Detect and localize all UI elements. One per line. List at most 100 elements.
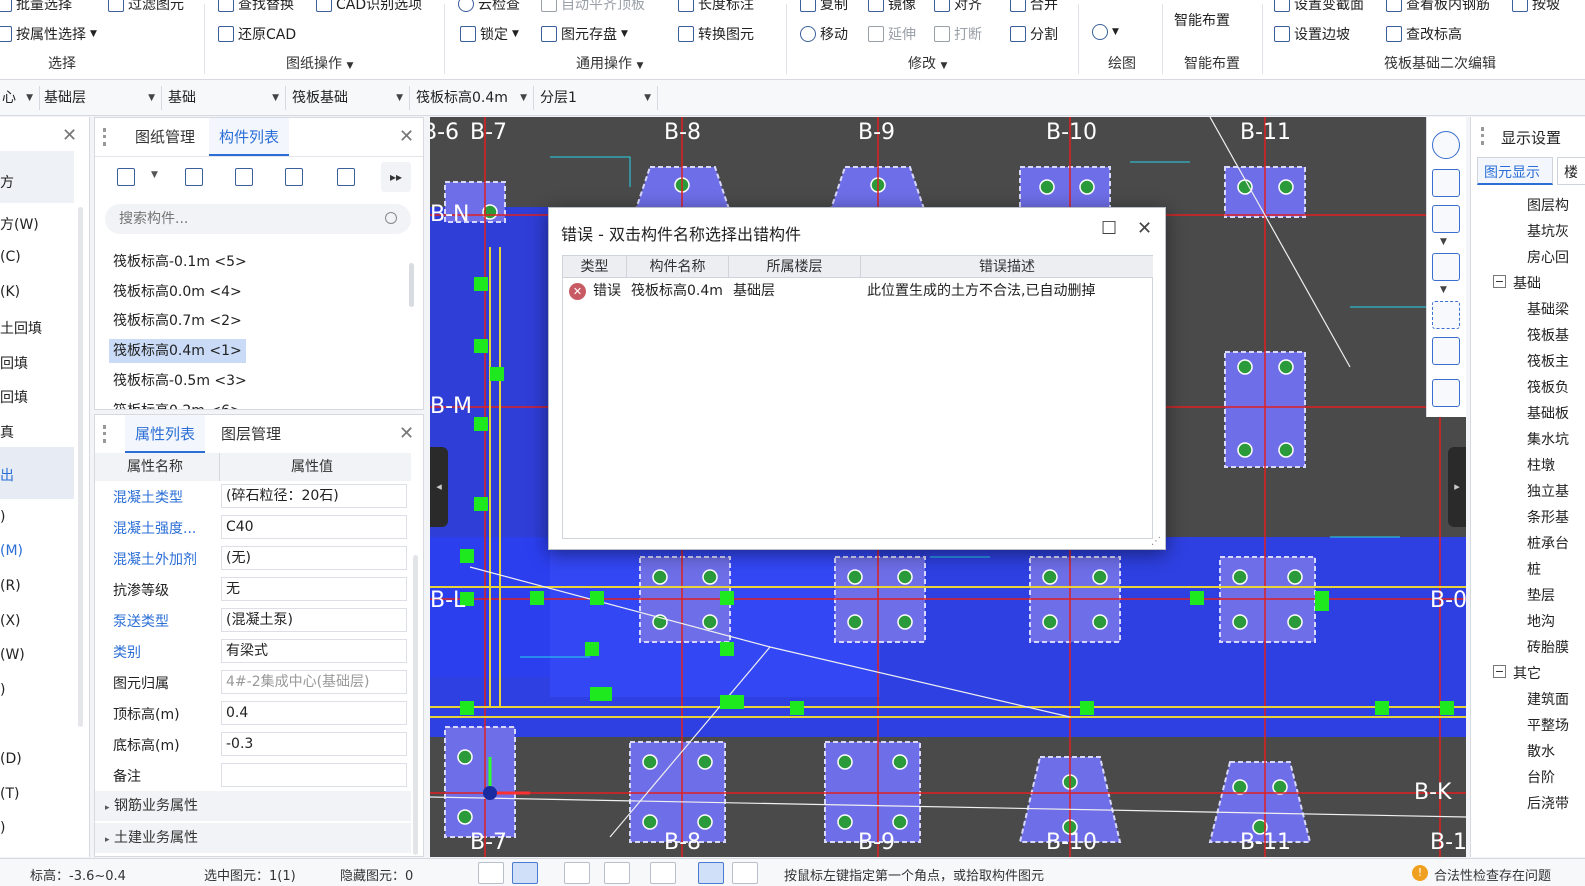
property-value[interactable]: 有梁式 bbox=[221, 639, 407, 663]
set-edge-slope-button[interactable]: 设置边坡 bbox=[1274, 24, 1350, 44]
category-select[interactable]: 基础 ▼ bbox=[166, 86, 286, 110]
delete-component-button[interactable] bbox=[229, 162, 259, 192]
component-search-input[interactable] bbox=[105, 204, 411, 234]
property-value[interactable]: (碎石粒径：20石) bbox=[221, 484, 407, 508]
angle-tool-icon[interactable] bbox=[604, 862, 630, 884]
set-slope-section-button[interactable]: 设置变截面 bbox=[1274, 0, 1364, 14]
collapse-group-icon[interactable]: − bbox=[1493, 275, 1506, 288]
nav-item[interactable]: ) bbox=[0, 820, 5, 836]
nav-item[interactable]: (R) bbox=[0, 578, 21, 594]
snap-tool-icon[interactable] bbox=[478, 862, 504, 884]
rect-select-tool-icon[interactable] bbox=[512, 862, 538, 884]
display-tree-item[interactable]: 柱墩 bbox=[1527, 455, 1555, 475]
collapse-right-handle[interactable]: ▸ bbox=[1448, 447, 1466, 527]
rotate-view-icon[interactable] bbox=[1432, 131, 1460, 159]
cube-view-icon[interactable] bbox=[1432, 205, 1460, 233]
view-rebar-button[interactable]: 查看板内钢筋 bbox=[1386, 0, 1490, 14]
plus-tool-icon[interactable] bbox=[650, 862, 676, 884]
curve-tool-icon[interactable] bbox=[732, 862, 758, 884]
press-slope-button[interactable]: 按坡 bbox=[1512, 0, 1560, 14]
nav-item[interactable]: ) bbox=[0, 509, 5, 525]
split-button[interactable]: 分割 bbox=[1010, 24, 1058, 44]
merge-button[interactable]: 合并 bbox=[1010, 0, 1058, 14]
status-warning[interactable]: 合法性检查存在问题 bbox=[1434, 865, 1551, 884]
component-item-selected[interactable]: 筏板标高0.4m <1> bbox=[109, 339, 246, 363]
view-dropdown-chevron-icon[interactable]: ▼ bbox=[1440, 237, 1447, 247]
close-icon[interactable]: ✕ bbox=[1137, 218, 1152, 239]
component-item[interactable]: 筏板标高0.0m <4> bbox=[109, 280, 246, 304]
tab-element-display[interactable]: 图元显示 bbox=[1477, 157, 1553, 185]
drag-handle-icon[interactable] bbox=[103, 425, 111, 443]
display-tree-item[interactable]: 独立基 bbox=[1527, 481, 1569, 501]
floor-select[interactable]: 基础层 ▼ bbox=[42, 86, 162, 110]
nav-item[interactable]: 回填 bbox=[0, 387, 28, 407]
ortho-tool-icon[interactable] bbox=[698, 862, 724, 884]
drag-handle-icon[interactable] bbox=[1481, 127, 1489, 145]
align-button[interactable]: 对齐 bbox=[934, 0, 982, 14]
zoom-extents-icon[interactable] bbox=[1432, 301, 1460, 329]
property-value[interactable] bbox=[221, 763, 407, 787]
auto-slab-top-button[interactable]: 自动平齐顶板 bbox=[541, 0, 645, 14]
filter-elements-button[interactable]: 过滤图元 bbox=[108, 0, 184, 14]
nav-item[interactable]: (K) bbox=[0, 284, 20, 300]
display-tree-item[interactable]: 集水坑 bbox=[1527, 429, 1569, 449]
property-value[interactable]: 无 bbox=[221, 577, 407, 601]
display-tree-item[interactable]: 条形基 bbox=[1527, 507, 1569, 527]
select-by-attr-button[interactable]: 按属性选择 ▼ bbox=[0, 24, 97, 44]
component-item[interactable]: 筏板标高-0.1m <5> bbox=[109, 250, 251, 274]
nav-item-selected[interactable]: 出 bbox=[0, 465, 14, 485]
tab-property-list[interactable]: 属性列表 bbox=[125, 415, 206, 453]
nav-item[interactable]: (W) bbox=[0, 647, 25, 663]
nav-item[interactable]: 方(W) bbox=[0, 214, 39, 234]
batch-select-button[interactable]: 批量选择 bbox=[0, 0, 72, 14]
property-scrollbar[interactable] bbox=[413, 555, 418, 855]
cloud-check-button[interactable]: 云检查 bbox=[458, 0, 520, 14]
property-name[interactable]: 泵送类型 bbox=[113, 611, 169, 631]
restore-cad-button[interactable]: 还原CAD bbox=[218, 24, 296, 44]
find-replace-button[interactable]: 查找替换 bbox=[218, 0, 294, 14]
display-tree-item[interactable]: 房心回 bbox=[1527, 247, 1569, 267]
collapse-left-handle[interactable]: ◂ bbox=[430, 447, 448, 527]
display-tree-item[interactable]: 基础板 bbox=[1527, 403, 1569, 423]
display-tree-item[interactable]: 垫层 bbox=[1527, 585, 1555, 605]
property-name[interactable]: 类别 bbox=[113, 642, 141, 662]
display-tree-group[interactable]: 基础 bbox=[1513, 273, 1541, 293]
drag-handle-icon[interactable] bbox=[103, 128, 111, 146]
draw-arc-button[interactable]: ▼ bbox=[1092, 24, 1119, 40]
property-name[interactable]: 混凝土外加剂 bbox=[113, 549, 197, 569]
nav-item[interactable]: (X) bbox=[0, 613, 21, 629]
break-button[interactable]: 打断 bbox=[934, 24, 982, 44]
section-civil-attributes[interactable]: ▸ 土建业务属性 bbox=[95, 823, 411, 853]
display-tree-group[interactable]: 其它 bbox=[1513, 663, 1541, 683]
display-tree-item[interactable]: 散水 bbox=[1527, 741, 1555, 761]
error-component-name[interactable]: 筏板标高0.4m bbox=[631, 280, 723, 302]
nav-close-icon[interactable]: ✕ bbox=[62, 125, 77, 146]
tab-drawing-management[interactable]: 图纸管理 bbox=[135, 118, 195, 156]
tab-layer-management[interactable]: 图层管理 bbox=[221, 415, 281, 453]
display-tree-item[interactable]: 建筑面 bbox=[1527, 689, 1569, 709]
length-mark-button[interactable]: 长度标注 bbox=[678, 0, 754, 14]
lock-button[interactable]: 锁定 ▼ bbox=[460, 24, 519, 44]
property-value[interactable]: -0.3 bbox=[221, 732, 407, 756]
nav-item[interactable]: 回填 bbox=[0, 353, 28, 373]
component-item[interactable]: 筏板标高0.7m <2> bbox=[109, 309, 246, 333]
nav-item[interactable]: (M) bbox=[0, 543, 23, 559]
smart-layout-button[interactable]: 智能布置 bbox=[1174, 10, 1230, 30]
display-tree-item[interactable]: 平整场 bbox=[1527, 715, 1569, 735]
check-elevation-button[interactable]: 查改标高 bbox=[1386, 24, 1462, 44]
display-tree-item[interactable]: 台阶 bbox=[1527, 767, 1555, 787]
maximize-icon[interactable]: ☐ bbox=[1101, 218, 1117, 239]
property-value[interactable]: (混凝土泵) bbox=[221, 608, 407, 632]
property-value[interactable]: (无) bbox=[221, 546, 407, 570]
tab-component-list[interactable]: 构件列表 bbox=[209, 118, 290, 156]
component-type-select[interactable]: 筏板基础 ▼ bbox=[290, 86, 410, 110]
nav-item[interactable]: 土回填 bbox=[0, 318, 42, 338]
display-tree-item[interactable]: 筏板主 bbox=[1527, 351, 1569, 371]
copy-component-button[interactable] bbox=[179, 162, 209, 192]
move-button[interactable]: 移动 bbox=[800, 24, 848, 44]
property-name[interactable]: 混凝土强度... bbox=[113, 518, 196, 538]
display-tree-item[interactable]: 基础梁 bbox=[1527, 299, 1569, 319]
display-tree-item[interactable]: 地沟 bbox=[1527, 611, 1555, 631]
nav-scrollbar[interactable] bbox=[78, 207, 83, 727]
display-tree-item[interactable]: 基坑灰 bbox=[1527, 221, 1569, 241]
